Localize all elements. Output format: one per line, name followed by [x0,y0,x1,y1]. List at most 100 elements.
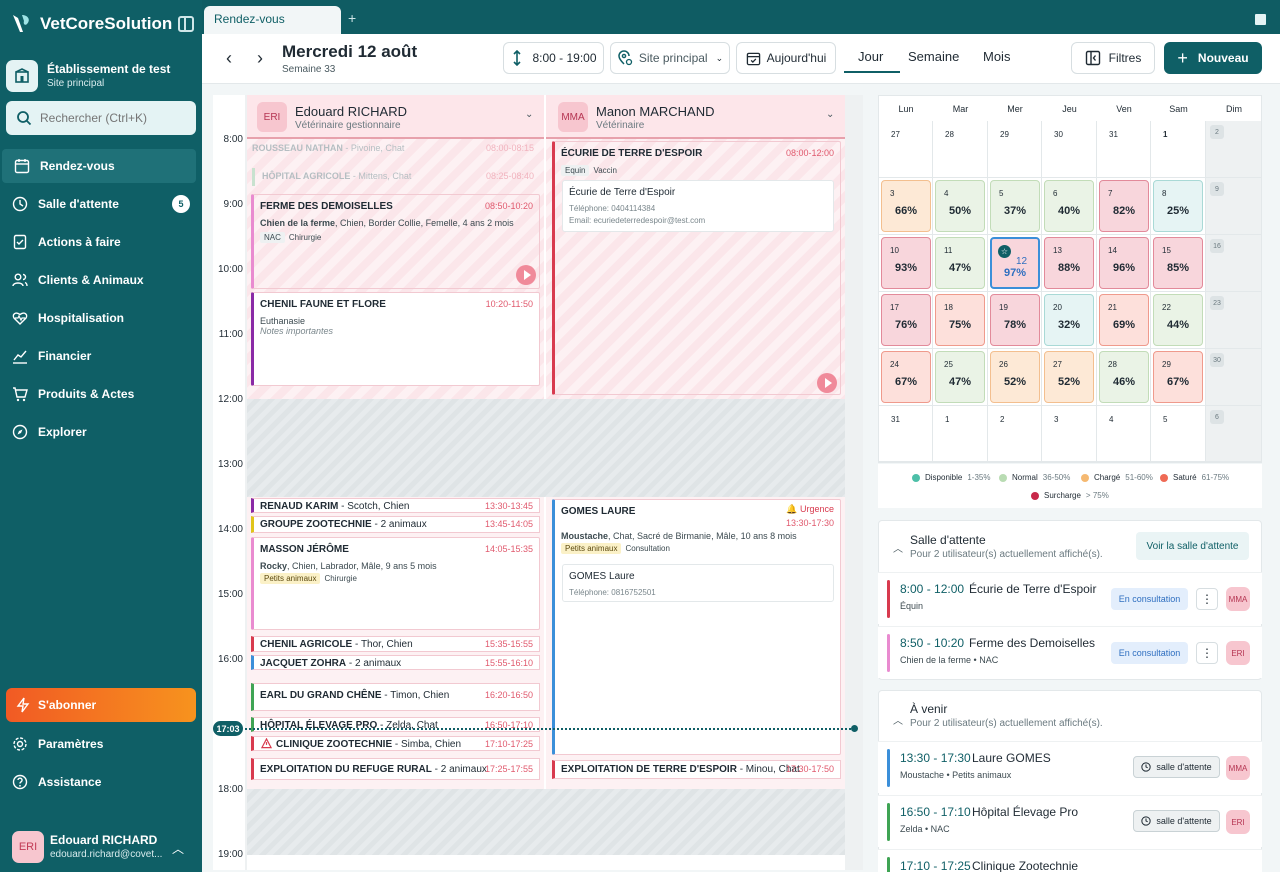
appointment-past[interactable]: HÔPITAL AGRICOLE - Mittens, Chat 08:25-0… [252,168,540,186]
calendar-day-cell[interactable]: 2 [988,406,1042,462]
calendar-day-cell[interactable]: 19 78% [988,292,1042,349]
calendar-day-cell[interactable]: 1 [933,406,988,462]
calendar-day-cell[interactable]: 1 [1151,121,1206,178]
calendar-day-cell[interactable]: 4 50% [933,178,988,235]
upcoming-row[interactable]: 17:10 - 17:25 Clinique Zootechnie [878,849,1262,872]
vet-column-header[interactable]: MMA Manon MARCHAND Vétérinaire ⌄ [546,95,845,139]
calendar-day-cell[interactable]: 29 67% [1151,349,1206,406]
appointment-row[interactable]: CLINIQUE ZOOTECHNIE - Simba, Chien 17:10-… [251,736,540,751]
sidebar-item-financier[interactable]: Financier [0,339,202,373]
calendar-day-cell[interactable]: 16 [1206,235,1262,292]
view-waiting-room-button[interactable]: Voir la salle d'attente [1136,532,1249,560]
add-tab-icon[interactable]: + [348,10,356,26]
calendar-day-cell[interactable]: 22 44% [1151,292,1206,349]
search-input[interactable] [40,111,190,125]
calendar-day-cell[interactable]: 27 52% [1042,349,1097,406]
sidebar-item-produits[interactable]: Produits & Actes [0,377,202,411]
chevron-down-icon[interactable]: ⌄ [525,109,533,120]
calendar-day-cell[interactable]: 5 37% [988,178,1042,235]
tab-rendez-vous[interactable]: Rendez-vous [204,6,341,34]
sidebar-item-actions[interactable]: Actions à faire [0,225,202,259]
calendar-day-cell[interactable]: 17 76% [879,292,933,349]
appointment-card[interactable]: GOMES LAURE 🔔 Urgence 13:30-17:30 Mousta… [552,499,841,755]
appointment-row[interactable]: CHENIL AGRICOLE - Thor, Chien 15:35-15:55 [251,636,540,652]
chevron-down-icon[interactable]: ⌄ [826,109,834,120]
hours-range-button[interactable]: 8:00 - 19:00 [503,42,604,74]
calendar-day-cell[interactable]: 20 32% [1042,292,1097,349]
calendar-day-cell[interactable]: 27 [879,121,933,178]
next-day-button[interactable]: › [248,46,272,70]
more-options-icon[interactable]: ⋮ [1196,588,1218,610]
more-options-icon[interactable]: ⋮ [1196,642,1218,664]
calendar-day-cell[interactable]: 3 [1042,406,1097,462]
calendar-day-cell[interactable]: 24 67% [879,349,933,406]
calendar-day-cell[interactable]: 6 40% [1042,178,1097,235]
calendar-day-cell[interactable]: 2 [1206,121,1262,178]
tab-jour[interactable]: Jour [858,49,883,64]
chevron-up-icon[interactable]: ︿ [172,840,184,857]
send-to-waiting-room-button[interactable]: salle d'attente [1133,756,1220,778]
appointment-card[interactable]: FERME DES DEMOISELLES 08:50-10:20 Chien … [251,194,540,289]
appointment-row[interactable]: JACQUET ZOHRA - 2 animaux 15:55-16:10 [251,655,540,670]
calendar-day-cell[interactable]: 7 82% [1097,178,1151,235]
client-contact-card[interactable]: Écurie de Terre d'Espoir Téléphone: 0404… [562,180,834,232]
waiting-row[interactable]: 8:00 - 12:00 Écurie de Terre d'Espoir Éq… [878,572,1262,624]
appointment-card[interactable]: MASSON JÉRÔME 14:05-15:35 Rocky, Chien, … [251,537,540,630]
chevron-up-icon[interactable]: ︿ [893,712,903,727]
calendar-day-cell[interactable]: 13 88% [1042,235,1097,292]
tab-mois[interactable]: Mois [983,49,1010,64]
calendar-scrollbar[interactable] [845,95,863,870]
calendar-day-cell[interactable]: 30 [1042,121,1097,178]
establishment-icon[interactable] [6,60,38,92]
avatar[interactable]: ERI [12,831,44,863]
appointment-row[interactable]: EARL DU GRAND CHÊNE - Timon, Chien 16:20-… [251,683,540,711]
calendar-day-cell[interactable]: 8 25% [1151,178,1206,235]
prev-day-button[interactable]: ‹ [217,46,241,70]
sidebar-item-rendez-vous[interactable]: Rendez-vous [2,149,196,183]
establishment-name[interactable]: Établissement de test [47,62,170,76]
calendar-day-cell[interactable]: 21 69% [1097,292,1151,349]
tab-semaine[interactable]: Semaine [908,49,959,64]
sidebar-item-assistance[interactable]: Assistance [0,765,202,799]
calendar-day-cell[interactable]: 4 [1097,406,1151,462]
upcoming-row[interactable]: 16:50 - 17:10 Hôpital Élevage Pro Zelda … [878,795,1262,847]
appointment-card[interactable]: CHENIL FAUNE ET FLORE 10:20-11:50 Euthan… [251,292,540,386]
calendar-day-cell[interactable]: 14 96% [1097,235,1151,292]
appointment-past[interactable]: ROUSSEAU NATHAN - Pivoine, Chat 08:00-08… [252,143,540,157]
calendar-day-cell[interactable]: 6 [1206,406,1262,462]
exit-icon[interactable] [1254,13,1267,26]
site-select[interactable]: Site principal ⌄ [610,42,730,74]
calendar-day-cell[interactable]: 10 93% [879,235,933,292]
sidebar-item-explorer[interactable]: Explorer [0,415,202,449]
sidebar-item-salle-attente[interactable]: Salle d'attente 5 [0,187,202,221]
calendar-day-cell[interactable]: 30 [1206,349,1262,406]
calendar-day-cell[interactable]: 28 [933,121,988,178]
filters-button[interactable]: Filtres [1071,42,1155,74]
calendar-day-cell[interactable]: 18 75% [933,292,988,349]
calendar-day-cell[interactable]: 31 [1097,121,1151,178]
sidebar-item-hospitalisation[interactable]: Hospitalisation [0,301,202,335]
calendar-day-cell[interactable]: 11 47% [933,235,988,292]
calendar-day-cell[interactable]: 23 [1206,292,1262,349]
collapse-sidebar-icon[interactable] [178,16,194,32]
calendar-day-cell[interactable]: 29 [988,121,1042,178]
appointment-row[interactable]: EXPLOITATION DU REFUGE RURAL - 2 animaux… [251,758,540,780]
new-appointment-button[interactable]: + Nouveau [1164,42,1262,74]
calendar-day-cell[interactable]: ☆ 12 97% [988,235,1042,292]
calendar-day-cell[interactable]: 5 [1151,406,1206,462]
upcoming-row[interactable]: 13:30 - 17:30 Laure GOMES Moustache • Pe… [878,741,1262,793]
today-button[interactable]: Aujourd'hui [736,42,836,74]
sidebar-item-parametres[interactable]: Paramètres [0,727,202,761]
search-box[interactable] [6,101,196,135]
calendar-day-cell[interactable]: 15 85% [1151,235,1206,292]
calendar-day-cell[interactable]: 9 [1206,178,1262,235]
appointment-row[interactable]: EXPLOITATION DE TERRE D'ESPOIR - Minou, … [552,760,841,779]
calendar-day-cell[interactable]: 3 66% [879,178,933,235]
waiting-row[interactable]: 8:50 - 10:20 Ferme des Demoiselles Chien… [878,626,1262,678]
calendar-day-cell[interactable]: 26 52% [988,349,1042,406]
play-icon[interactable] [516,265,536,285]
subscribe-button[interactable]: S'abonner [6,688,196,722]
send-to-waiting-room-button[interactable]: salle d'attente [1133,810,1220,832]
sidebar-item-clients[interactable]: Clients & Animaux [0,263,202,297]
client-contact-card[interactable]: GOMES Laure Téléphone: 0816752501 [562,564,834,602]
